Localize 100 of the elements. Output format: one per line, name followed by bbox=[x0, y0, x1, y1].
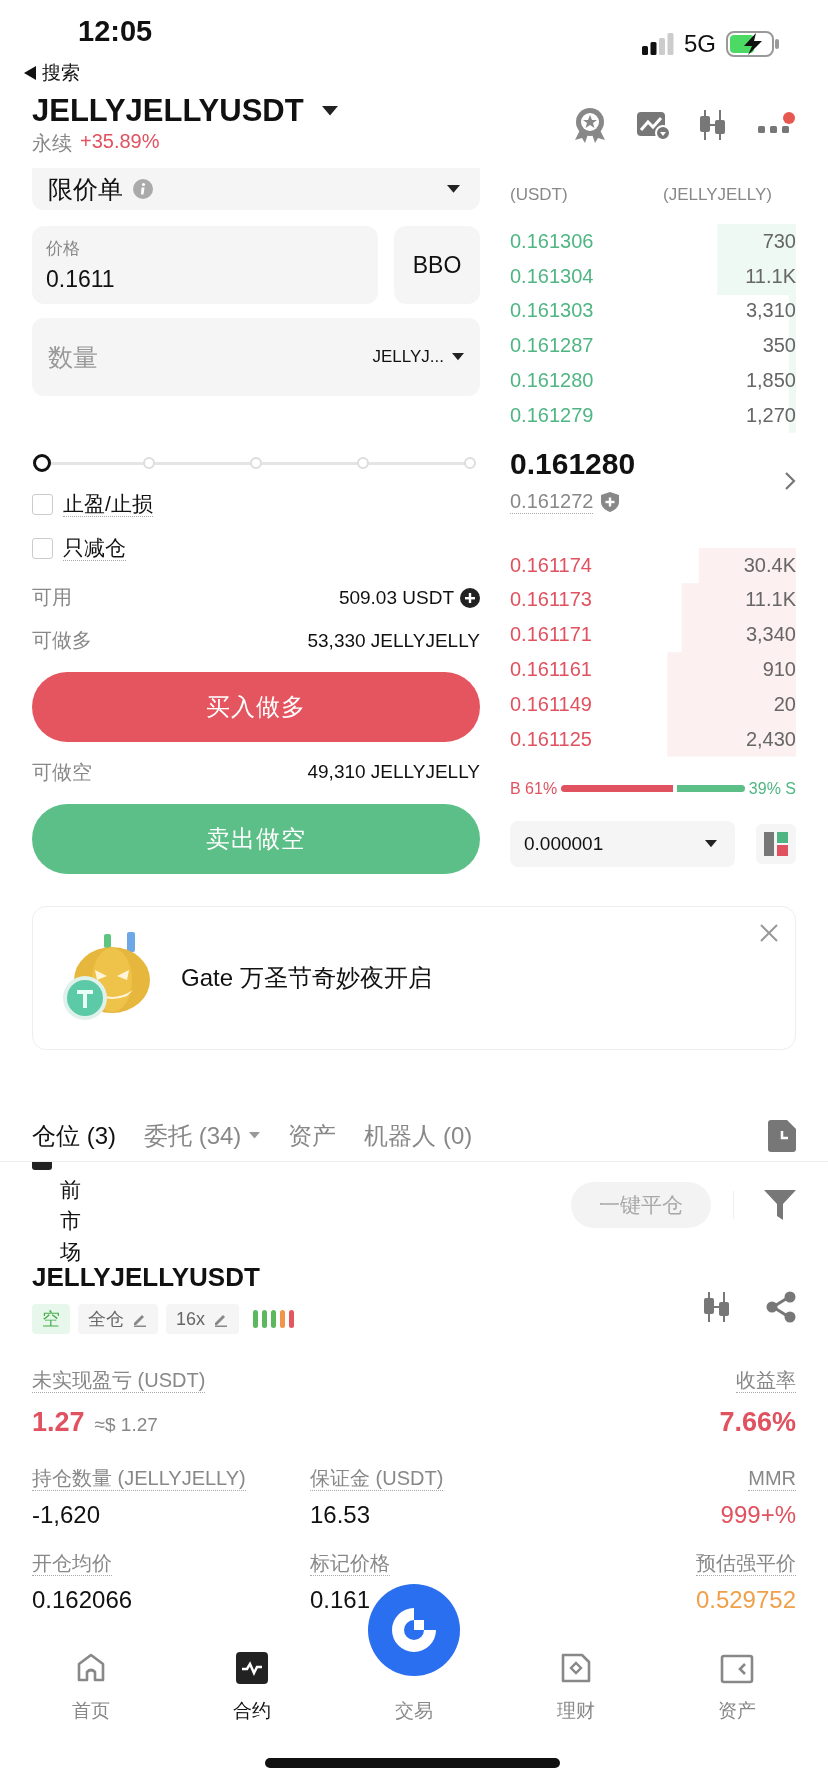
setting-tag[interactable]: 全仓 bbox=[78, 1304, 158, 1334]
book-amount: 11.1K bbox=[745, 264, 796, 288]
book-amount: 1,270 bbox=[745, 403, 796, 427]
document-clock-icon[interactable] bbox=[768, 1119, 796, 1152]
book-price[interactable]: 0.161304 bbox=[510, 264, 594, 288]
book-amount: 11.1K bbox=[745, 588, 796, 612]
contract-type: 永续 bbox=[32, 131, 72, 156]
book-amount: 3,310 bbox=[745, 299, 796, 323]
checkbox-label[interactable]: 止盈/止损 bbox=[63, 491, 153, 517]
candlestick-icon[interactable] bbox=[698, 108, 728, 142]
field-label: 保证金 (USDT) bbox=[310, 1466, 444, 1491]
risk-meter bbox=[253, 1310, 295, 1328]
network-label: 5G bbox=[684, 30, 716, 58]
book-price[interactable]: 0.161174 bbox=[510, 553, 592, 577]
chart-icon[interactable] bbox=[636, 110, 670, 140]
price-change: +35.89% bbox=[80, 130, 160, 154]
column-header: (JELLYJELLY) bbox=[663, 185, 772, 205]
book-price[interactable]: 0.161125 bbox=[510, 727, 592, 751]
promo-banner[interactable]: Gate 万圣节奇妙夜开启 bbox=[32, 906, 796, 1050]
medal-icon[interactable] bbox=[572, 106, 608, 144]
caret-icon bbox=[452, 353, 464, 361]
nav-tab[interactable]: 交易 bbox=[354, 1698, 474, 1724]
book-amount: 910 bbox=[762, 658, 796, 682]
slider-thumb[interactable] bbox=[33, 454, 51, 472]
book-amount: 2,430 bbox=[745, 727, 796, 751]
book-amount: 1,850 bbox=[745, 369, 796, 393]
book-amount: 350 bbox=[762, 334, 796, 358]
nav-tab[interactable]: 合约 bbox=[192, 1640, 313, 1724]
book-price[interactable]: 0.161280 bbox=[510, 369, 594, 393]
field-value: 0.161 bbox=[310, 1586, 372, 1614]
chevron-right-icon[interactable] bbox=[784, 470, 796, 491]
book-price[interactable]: 0.161149 bbox=[510, 692, 592, 716]
book-price[interactable]: 0.161303 bbox=[510, 299, 594, 323]
mark-price: 0.161272 bbox=[510, 489, 594, 515]
last-price: 0.161280 bbox=[510, 447, 636, 482]
plus-circle-icon[interactable] bbox=[460, 587, 480, 608]
field-value: 16.53 bbox=[310, 1501, 372, 1529]
caret-icon bbox=[447, 185, 460, 193]
wallet-icon bbox=[720, 1654, 755, 1684]
book-amount: 30.4K bbox=[743, 553, 796, 577]
nav-tab[interactable]: 首页 bbox=[30, 1640, 151, 1724]
field-label: 持仓数量 (JELLYJELLY) bbox=[32, 1466, 246, 1491]
banner-text: Gate 万圣节奇妙夜开启 bbox=[181, 963, 432, 993]
candlestick-icon[interactable] bbox=[702, 1290, 732, 1324]
slider-step[interactable] bbox=[143, 457, 155, 469]
back-link[interactable]: 搜索 bbox=[24, 62, 80, 84]
close-icon[interactable] bbox=[759, 923, 779, 943]
checkbox[interactable] bbox=[32, 1162, 52, 1170]
info-value: 53,330 JELLYJELLY bbox=[307, 629, 480, 652]
caret-icon bbox=[321, 106, 338, 116]
shield-plus-icon bbox=[601, 491, 620, 512]
pnl-value: 1.27 bbox=[32, 1407, 85, 1438]
tab[interactable]: 仓位 (3) bbox=[32, 1119, 116, 1152]
side-tag: 空 bbox=[32, 1304, 70, 1334]
book-price[interactable]: 0.161306 bbox=[510, 229, 594, 253]
quantity-input[interactable]: 数量 bbox=[48, 342, 365, 372]
back-icon bbox=[24, 66, 36, 80]
bbo-button[interactable]: BBO bbox=[394, 226, 480, 304]
field-label: 开仓均价 bbox=[32, 1551, 112, 1576]
quantity-field[interactable]: 数量 JELLYJ... bbox=[32, 318, 480, 396]
field-value: 999+% bbox=[719, 1501, 796, 1529]
info-label: 可用 bbox=[32, 585, 72, 610]
slider-step[interactable] bbox=[357, 457, 369, 469]
setting-tag[interactable]: 16x bbox=[166, 1304, 240, 1334]
pulse-icon bbox=[236, 1652, 269, 1684]
layout-icon[interactable] bbox=[756, 823, 796, 864]
tab[interactable]: 机器人 (0) bbox=[364, 1119, 473, 1152]
checkbox[interactable] bbox=[32, 537, 53, 559]
checkbox[interactable] bbox=[32, 493, 53, 515]
precision-dropdown[interactable]: 0.000001 bbox=[510, 820, 735, 867]
filter-icon[interactable] bbox=[764, 1190, 796, 1220]
price-input[interactable]: 0.1611 bbox=[46, 266, 364, 293]
tab[interactable]: 委托 (34) bbox=[144, 1119, 261, 1152]
info-icon bbox=[133, 179, 153, 199]
book-price[interactable]: 0.161173 bbox=[510, 588, 592, 612]
close-all-button[interactable]: 一键平仓 bbox=[571, 1182, 711, 1228]
tab[interactable]: 资产 bbox=[288, 1119, 337, 1152]
roe-value: 7.66% bbox=[719, 1407, 796, 1438]
sell-ratio: 39% S bbox=[748, 779, 796, 798]
order-type-dropdown[interactable]: 限价单 bbox=[32, 168, 480, 210]
buy-long-button[interactable]: 买入做多 bbox=[32, 672, 480, 742]
nav-tab[interactable]: 理财 bbox=[515, 1640, 636, 1724]
book-price[interactable]: 0.161161 bbox=[510, 658, 592, 682]
book-amount: 3,340 bbox=[745, 623, 796, 647]
slider-step[interactable] bbox=[464, 457, 476, 469]
checkbox-label[interactable]: 只减仓 bbox=[63, 535, 126, 561]
field-value: -1,620 bbox=[32, 1501, 102, 1529]
share-icon[interactable] bbox=[766, 1291, 796, 1323]
pair-title[interactable]: JELLYJELLYUSDT bbox=[32, 93, 304, 129]
field-label: 未实现盈亏 (USDT) bbox=[32, 1368, 206, 1393]
book-price[interactable]: 0.161287 bbox=[510, 334, 594, 358]
sell-short-button[interactable]: 卖出做空 bbox=[32, 804, 480, 874]
slider-step[interactable] bbox=[250, 457, 262, 469]
book-price[interactable]: 0.161171 bbox=[510, 623, 592, 647]
unit-dropdown[interactable]: JELLYJ... bbox=[372, 347, 464, 367]
caret-icon bbox=[249, 1132, 261, 1139]
book-price[interactable]: 0.161279 bbox=[510, 403, 594, 427]
price-field[interactable]: 价格 0.1611 bbox=[32, 226, 378, 304]
nav-tab[interactable]: 资产 bbox=[677, 1640, 798, 1724]
pnl-approx: ≈$ 1.27 bbox=[94, 1414, 158, 1436]
